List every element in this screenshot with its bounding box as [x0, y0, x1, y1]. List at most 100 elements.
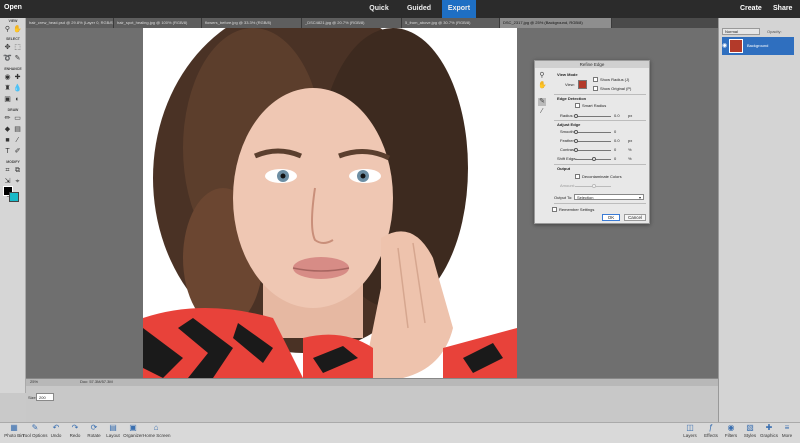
tab-quick[interactable]: Quick	[364, 0, 394, 18]
feather-slider-handle[interactable]	[574, 139, 578, 143]
share-button[interactable]: Share	[773, 5, 792, 12]
show-radius-checkbox[interactable]	[593, 77, 598, 82]
clone-stamp-icon[interactable]: ♜	[3, 84, 12, 93]
tab-guided[interactable]: Guided	[398, 0, 440, 18]
zoom-level[interactable]: 25%	[30, 379, 38, 384]
gradient-icon[interactable]: ▤	[13, 125, 22, 134]
doc-tab-active[interactable]: DSC_2317.jpg @ 25% (Background, RGB/8)	[500, 18, 612, 28]
divider	[554, 164, 646, 165]
feather-slider[interactable]	[575, 141, 611, 142]
cancel-button[interactable]: Cancel	[624, 214, 646, 221]
marquee-icon[interactable]: ⬚	[13, 43, 22, 52]
undo-icon: ↶	[52, 423, 60, 432]
smooth-label: Smooth:	[560, 129, 575, 134]
smooth-value[interactable]: 0	[614, 129, 616, 134]
spot-healing-icon[interactable]: ✚	[13, 73, 22, 82]
show-original-checkbox[interactable]	[593, 86, 598, 91]
home-screen-label: Home Screen	[143, 433, 171, 438]
background-color-swatch[interactable]	[9, 192, 19, 202]
contrast-slider-handle[interactable]	[574, 148, 578, 152]
hand-icon[interactable]: ✋	[538, 82, 547, 90]
more-button[interactable]: ≡ More	[774, 423, 800, 438]
eye-icon[interactable]: ◉	[3, 73, 12, 82]
shift-edge-value[interactable]: 0	[614, 156, 616, 161]
portrait-image	[143, 28, 517, 378]
dodge-icon[interactable]: ◐	[13, 95, 22, 104]
divider	[554, 203, 646, 204]
doc-tab[interactable]: _DSC4821.jpg @ 20.7% (RGB/8)	[302, 18, 402, 28]
remember-settings-checkbox[interactable]	[552, 207, 557, 212]
tool-options-panel	[26, 386, 718, 422]
home-icon: ⌂	[153, 423, 159, 432]
opacity-label[interactable]: Opacity:	[767, 29, 782, 34]
toolbox-section-enhance: ENHANCE	[4, 67, 22, 71]
radius-slider[interactable]	[575, 116, 611, 117]
doc-tab[interactable]: hair_spot_healing.jpg @ 100% (RGB/8)	[114, 18, 202, 28]
toolbox-section-select: SELECT	[6, 37, 20, 41]
doc-tab[interactable]: 5_from_above.jpg @ 30.7% (RGB/8)	[402, 18, 500, 28]
smart-radius-checkbox[interactable]	[575, 103, 580, 108]
open-button[interactable]: Open	[4, 4, 22, 11]
decontaminate-colors-checkbox[interactable]	[575, 174, 580, 179]
create-button[interactable]: Create	[740, 5, 762, 12]
output-to-select[interactable]: Selection ▾	[574, 194, 644, 200]
eraser-icon[interactable]: ▭	[13, 114, 22, 123]
content-aware-move-icon[interactable]: ⇲	[3, 177, 12, 186]
remember-settings-label: Remember Settings	[559, 207, 595, 212]
contrast-slider[interactable]	[575, 150, 611, 151]
quick-selection-icon[interactable]: ✎	[13, 54, 22, 63]
photo-canvas[interactable]	[143, 28, 517, 378]
type-icon[interactable]: T	[3, 147, 12, 156]
contrast-unit: %	[628, 147, 632, 152]
layout-icon: ▤	[109, 423, 117, 432]
zoom-icon[interactable]: ⚲	[3, 25, 12, 34]
toolbox: VIEW ⚲ ✋ SELECT ✥ ⬚ ➰ ✎ ENHANCE ◉ ✚ ♜ 💧 …	[0, 18, 26, 393]
output-heading: Output	[557, 166, 571, 171]
shift-edge-slider-handle[interactable]	[592, 157, 596, 161]
hand-icon[interactable]: ✋	[13, 25, 22, 34]
show-radius-label: Show Radius (J)	[600, 77, 630, 82]
view-mode-heading: View Mode	[557, 72, 578, 77]
smooth-slider[interactable]	[575, 132, 611, 133]
radius-slider-handle[interactable]	[574, 114, 578, 118]
feather-label: Feather:	[560, 138, 575, 143]
blur-icon[interactable]: 💧	[13, 84, 22, 93]
zoom-icon[interactable]: ⚲	[538, 72, 546, 80]
refine-radius-brush-icon[interactable]: ✎	[538, 98, 546, 106]
smart-radius-label: Smart Radius	[582, 103, 607, 108]
view-mode-thumbnail[interactable]	[578, 80, 587, 89]
brush-icon[interactable]: ✏	[3, 114, 12, 123]
pencil-icon[interactable]: ✐	[13, 147, 22, 156]
layers-icon: ◫	[686, 423, 694, 432]
amount-label: Amount:	[560, 183, 575, 188]
ok-button[interactable]: OK	[602, 214, 620, 221]
lasso-icon[interactable]: ➰	[3, 54, 12, 63]
tab-export[interactable]: Export	[442, 0, 476, 18]
crop-icon[interactable]: ⌗	[3, 166, 12, 175]
decontaminate-colors-label: Decontaminate Colors	[582, 174, 622, 179]
sponge-icon[interactable]: ▣	[3, 95, 12, 104]
smooth-slider-handle[interactable]	[574, 130, 578, 134]
organizer-icon: ▣	[129, 423, 137, 432]
feather-value[interactable]: 0.0	[614, 138, 620, 143]
shift-edge-unit: %	[628, 156, 632, 161]
straighten-icon[interactable]: ⌖	[13, 177, 22, 186]
doc-tab[interactable]: flowers_before.jpg @ 33.3% (RGB/8)	[202, 18, 302, 28]
eyedropper-icon[interactable]: ⁄	[13, 136, 22, 145]
paint-bucket-icon[interactable]: ◆	[3, 125, 12, 134]
erase-refinements-icon[interactable]: ⁄	[538, 108, 546, 116]
shape-icon[interactable]: ■	[3, 136, 12, 145]
size-field[interactable]: 200	[36, 393, 54, 401]
recompose-icon[interactable]: ⧉	[13, 166, 22, 175]
toolbox-section-modify: MODIFY	[6, 160, 20, 164]
home-screen-button[interactable]: ⌂ Home Screen	[143, 423, 171, 438]
contrast-value[interactable]: 0	[614, 147, 616, 152]
adjust-edge-heading: Adjust Edge	[557, 122, 581, 127]
doc-tab[interactable]: hair_crew_head.psd @ 29.8% (Layer 0, RGB…	[26, 18, 114, 28]
blend-mode-select[interactable]: Normal	[722, 28, 760, 35]
chevron-down-icon: ▾	[638, 195, 641, 200]
visibility-eye-icon[interactable]: ◉	[722, 42, 728, 49]
edge-detection-heading: Edge Detection	[557, 96, 587, 101]
move-icon[interactable]: ✥	[3, 43, 12, 52]
radius-value[interactable]: 0.0	[614, 113, 620, 118]
